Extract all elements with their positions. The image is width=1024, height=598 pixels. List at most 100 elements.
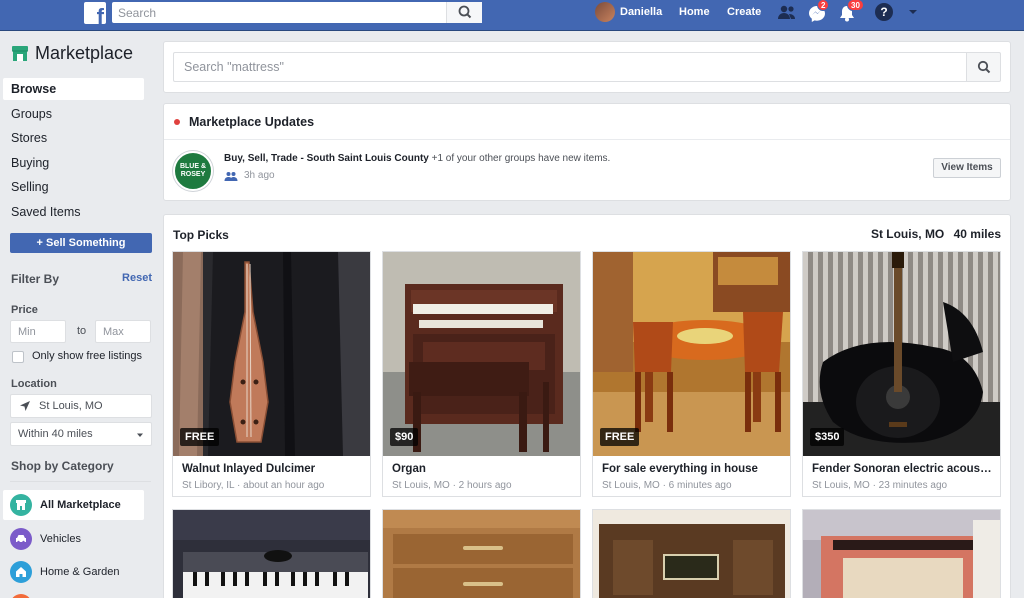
- house-icon: [10, 561, 32, 583]
- listing-card[interactable]: [172, 509, 371, 598]
- category-icon: [10, 594, 32, 598]
- listing-card[interactable]: $350 Fender Sonoran electric acousti… St…: [802, 251, 1001, 497]
- marketplace-heading[interactable]: Marketplace: [11, 43, 133, 64]
- marketplace-search-input[interactable]: [174, 53, 954, 81]
- min-price-input[interactable]: [10, 320, 66, 343]
- listing-photo: [173, 510, 370, 598]
- left-sidebar: Marketplace Browse Groups Stores Buying …: [0, 31, 160, 598]
- category-home-garden[interactable]: Home & Garden: [3, 557, 144, 587]
- listing-photo: [383, 510, 580, 598]
- location-arrow-icon: [20, 401, 30, 411]
- nav-stores[interactable]: Stores: [3, 127, 144, 149]
- group-avatar[interactable]: BLUE & ROSEY: [173, 151, 213, 191]
- category-vehicles[interactable]: Vehicles: [3, 524, 144, 554]
- group-avatar-text: BLUE & ROSEY: [179, 163, 207, 178]
- listing-photo: [593, 252, 790, 456]
- top-picks-location[interactable]: St Louis, MO 40 miles: [871, 227, 1001, 241]
- notifications-badge: 30: [847, 0, 864, 11]
- nav-buying[interactable]: Buying: [3, 152, 144, 174]
- account-menu-chevron-down-icon[interactable]: [906, 5, 926, 25]
- listing-card[interactable]: FREE Walnut Inlayed Dulcimer St Libory, …: [172, 251, 371, 497]
- listing-meta: St Louis, MO · 23 minutes ago: [812, 480, 948, 491]
- search-icon: [458, 5, 472, 19]
- location-label: Location: [11, 378, 57, 390]
- search-icon: [977, 60, 990, 74]
- listing-title: Walnut Inlayed Dulcimer: [182, 463, 316, 475]
- listing-title: Organ: [392, 463, 426, 475]
- listing-photo: [803, 252, 1000, 456]
- home-link[interactable]: Home: [679, 6, 710, 18]
- help-icon[interactable]: ?: [875, 3, 895, 23]
- update-timestamp: 3h ago: [244, 170, 275, 181]
- chevron-down-icon: [137, 433, 143, 437]
- filter-by-label: Filter By: [11, 272, 60, 286]
- top-bar: f Daniella Home Create 2 30 ?: [0, 0, 1024, 31]
- group-name-link[interactable]: Buy, Sell, Trade - South Saint Louis Cou…: [224, 153, 429, 164]
- listing-meta: St Louis, MO · 6 minutes ago: [602, 480, 732, 491]
- divider: [164, 139, 1010, 140]
- listing-photo: [383, 252, 580, 456]
- store-icon: [12, 46, 28, 61]
- listing-card[interactable]: [592, 509, 791, 598]
- listing-title: For sale everything in house: [602, 463, 758, 475]
- top-search-input[interactable]: [112, 2, 442, 23]
- marketplace-updates-card: Marketplace Updates BLUE & ROSEY Buy, Se…: [163, 103, 1011, 201]
- top-search-button[interactable]: [446, 2, 482, 23]
- category-all-marketplace[interactable]: All Marketplace: [3, 490, 144, 520]
- radius-value: Within 40 miles: [18, 428, 93, 440]
- listing-photo: [173, 252, 370, 456]
- price-label: Price: [11, 304, 38, 316]
- category-label: Home & Garden: [40, 566, 120, 578]
- radius-select[interactable]: Within 40 miles: [10, 422, 152, 446]
- listing-card[interactable]: [802, 509, 1001, 598]
- shop-by-category-heading: Shop by Category: [11, 459, 114, 473]
- notifications-icon[interactable]: 30: [837, 0, 864, 23]
- listing-card[interactable]: FREE For sale everything in house St Lou…: [592, 251, 791, 497]
- nav-selling[interactable]: Selling: [3, 176, 144, 198]
- category-next[interactable]: [3, 590, 144, 598]
- category-label: All Marketplace: [40, 499, 121, 511]
- price-badge: $350: [810, 428, 845, 446]
- marketplace-search-card: [163, 41, 1011, 93]
- user-name: Daniella: [620, 6, 663, 18]
- marketplace-search-box: [173, 52, 966, 82]
- free-listings-checkbox[interactable]: [12, 351, 24, 363]
- updates-title: Marketplace Updates: [189, 115, 315, 129]
- nav-saved-items[interactable]: Saved Items: [3, 201, 144, 223]
- marketplace-search-button[interactable]: [966, 52, 1001, 82]
- friend-requests-icon[interactable]: [777, 3, 797, 23]
- free-listings-label[interactable]: Only show free listings: [32, 350, 142, 362]
- listing-meta: St Louis, MO · 2 hours ago: [392, 480, 512, 491]
- update-suffix: +1 of your other groups have new items.: [428, 153, 611, 164]
- location-value: St Louis, MO: [39, 400, 103, 412]
- top-picks-title: Top Picks: [173, 228, 229, 242]
- nav-groups[interactable]: Groups: [3, 103, 144, 125]
- car-icon: [10, 528, 32, 550]
- sell-something-button[interactable]: + Sell Something: [10, 233, 152, 253]
- messenger-icon[interactable]: 2: [807, 0, 830, 23]
- reset-filters-link[interactable]: Reset: [122, 272, 152, 284]
- category-divider: [10, 481, 151, 482]
- view-items-button[interactable]: View Items: [933, 158, 1001, 178]
- unread-dot-icon: [174, 119, 180, 125]
- category-label: Vehicles: [40, 533, 81, 545]
- facebook-logo-icon[interactable]: f: [84, 2, 106, 24]
- price-badge: FREE: [180, 428, 220, 446]
- picks-location-value: St Louis, MO: [870, 227, 945, 241]
- price-badge: FREE: [600, 428, 640, 446]
- listing-photo: [803, 510, 1000, 598]
- update-time: 3h ago: [224, 170, 275, 181]
- max-price-input[interactable]: [95, 320, 151, 343]
- create-link[interactable]: Create: [727, 6, 761, 18]
- listing-photo: [593, 510, 790, 598]
- page-title: Marketplace: [35, 43, 134, 63]
- nav-browse[interactable]: Browse: [3, 78, 144, 100]
- storefront-icon: [10, 494, 32, 516]
- group-icon: [224, 171, 238, 181]
- listing-card[interactable]: $90 Organ St Louis, MO · 2 hours ago: [382, 251, 581, 497]
- location-field[interactable]: St Louis, MO: [10, 394, 152, 418]
- profile-link[interactable]: Daniella: [595, 2, 662, 22]
- update-text: Buy, Sell, Trade - South Saint Louis Cou…: [224, 153, 610, 164]
- filter-heading: Filter By Reset: [11, 272, 152, 286]
- listing-card[interactable]: [382, 509, 581, 598]
